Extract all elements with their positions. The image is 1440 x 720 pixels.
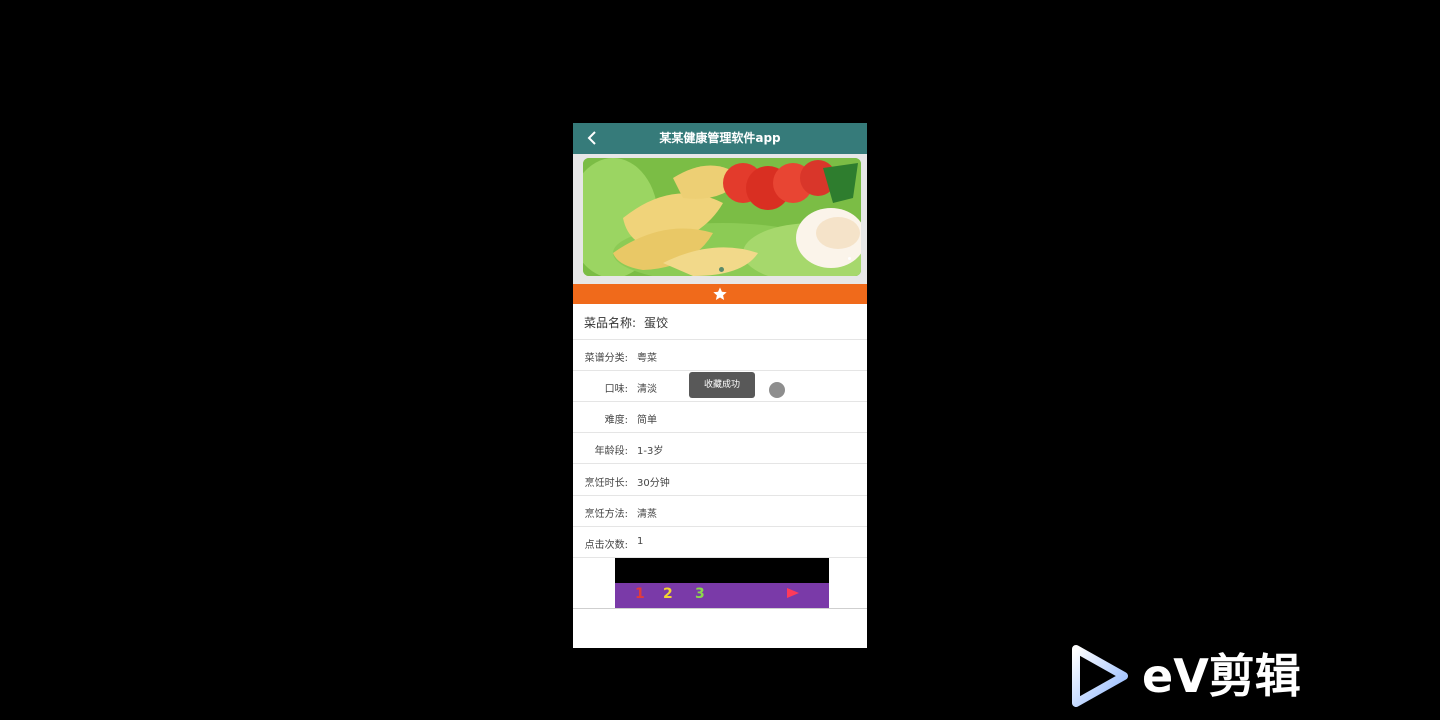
info-row-clicks: 点击次数: 1 <box>573 526 867 558</box>
info-label: 烹饪时长: <box>584 478 628 489</box>
info-row-age: 年龄段: 1-3岁 <box>573 432 867 464</box>
info-value: 清淡 <box>637 384 657 395</box>
toast-message: 收藏成功 <box>689 372 755 398</box>
play-logo-icon <box>1072 645 1128 707</box>
watermark-text: eV剪辑 <box>1142 649 1301 703</box>
image-carousel[interactable] <box>573 154 867 284</box>
dish-name-value: 蛋饺 <box>644 316 669 330</box>
dish-image <box>583 158 861 276</box>
info-label: 年龄段: <box>594 446 628 457</box>
carousel-dot-1[interactable] <box>719 267 724 272</box>
info-value: 1-3岁 <box>637 446 664 457</box>
info-row-method: 烹饪方法: 清蒸 <box>573 495 867 527</box>
favorite-bar[interactable] <box>573 284 867 304</box>
divider <box>573 608 867 609</box>
info-label: 烹饪方法: <box>584 509 628 520</box>
info-label: 菜谱分类: <box>584 353 628 364</box>
touch-cursor <box>769 382 785 398</box>
video-frame: 1 2 3 <box>615 583 829 608</box>
info-label: 难度: <box>604 415 628 426</box>
ev-watermark: eV剪辑 <box>1070 645 1335 710</box>
info-value: 1 <box>637 536 644 547</box>
info-label: 口味: <box>604 384 628 395</box>
video-number: 3 <box>695 586 705 602</box>
page-title: 某某健康管理软件app <box>659 131 781 145</box>
info-row-cook-time: 烹饪时长: 30分钟 <box>573 464 867 496</box>
info-label: 点击次数: <box>584 540 628 551</box>
info-value: 粤菜 <box>637 353 657 364</box>
info-value: 简单 <box>637 415 657 426</box>
top-nav-bar: 某某健康管理软件app <box>573 123 867 154</box>
video-number: 1 <box>635 586 645 602</box>
video-player[interactable]: 1 2 3 <box>615 558 829 608</box>
info-value: 清蒸 <box>637 509 657 520</box>
video-logo-icon <box>787 588 799 598</box>
info-row-category: 菜谱分类: 粤菜 <box>573 339 867 371</box>
info-value: 30分钟 <box>637 478 670 489</box>
video-number: 2 <box>663 586 673 602</box>
info-row-difficulty: 难度: 简单 <box>573 401 867 433</box>
dish-name-row: 菜品名称: 蛋饺 <box>573 305 867 340</box>
dish-name-label: 菜品名称: <box>584 316 637 330</box>
star-icon <box>713 287 727 300</box>
carousel-dot-2[interactable] <box>848 257 851 260</box>
